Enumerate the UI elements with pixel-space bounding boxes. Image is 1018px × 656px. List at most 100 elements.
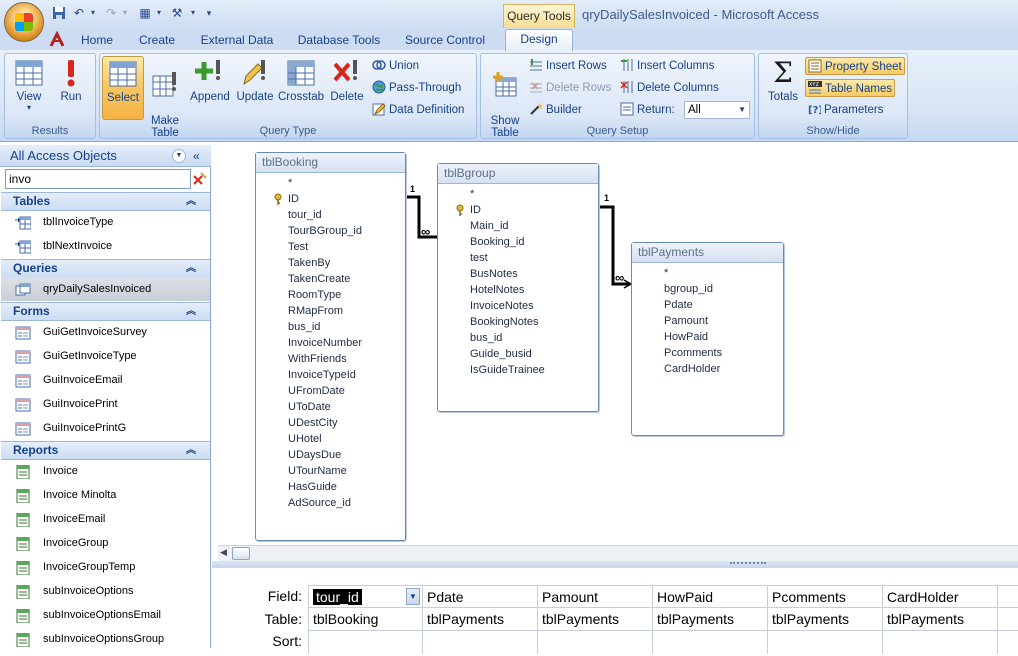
insert-rows-button[interactable]: Insert Rows	[529, 57, 607, 75]
delete-rows-button[interactable]: Delete Rows	[529, 79, 611, 97]
table-field[interactable]: bus_id	[256, 319, 405, 335]
nav-item-form[interactable]: GuiInvoicePrint	[1, 392, 210, 416]
tab-external-data[interactable]: External Data	[194, 31, 280, 50]
pane-splitter[interactable]	[212, 561, 1018, 568]
delete-query-button[interactable]: Delete	[327, 56, 367, 122]
builder-button[interactable]: Builder	[529, 101, 582, 119]
table-field[interactable]: Pamount	[632, 313, 783, 329]
grid-field-cell[interactable]: Pcomments	[768, 585, 883, 608]
collapse-chevron-icon[interactable]: ︽	[186, 260, 196, 277]
table-field[interactable]: RoomType	[256, 287, 405, 303]
nav-item-report[interactable]: Invoice	[1, 459, 210, 483]
table-field[interactable]: *	[632, 265, 783, 281]
table-field[interactable]: Main_id	[438, 218, 598, 234]
view-switch-icon[interactable]: ▦	[138, 6, 152, 20]
grid-sort-cell[interactable]	[423, 631, 538, 654]
table-field[interactable]: HowPaid	[632, 329, 783, 345]
field-dropdown-icon[interactable]: ▼	[406, 588, 420, 605]
nav-item-report[interactable]: InvoiceGroup	[1, 531, 210, 555]
nav-item-report[interactable]: subInvoiceOptionsEmail	[1, 603, 210, 627]
table-box-title[interactable]: tblPayments	[632, 243, 783, 263]
nav-category-reports[interactable]: Reports ︽	[1, 441, 210, 460]
grid-sort-cell[interactable]	[538, 631, 653, 654]
grid-sort-cell[interactable]	[883, 631, 998, 654]
table-box-tblpayments[interactable]: tblPayments * bgroup_id Pdate Pamount Ho…	[631, 242, 784, 436]
clear-search-icon[interactable]	[192, 169, 208, 189]
table-field[interactable]: UDestCity	[256, 415, 405, 431]
view-dropdown-icon[interactable]: ▾	[152, 6, 166, 20]
grid-sort-cell[interactable]	[768, 631, 883, 654]
table-field[interactable]: InvoiceNumber	[256, 335, 405, 351]
totals-button[interactable]: Σ Totals	[762, 56, 804, 122]
grid-field-cell[interactable]: CardHolder	[883, 585, 998, 608]
delete-columns-button[interactable]: Delete Columns	[620, 79, 719, 97]
grid-field-cell[interactable]: Pamount	[538, 585, 653, 608]
table-field[interactable]: Pcomments	[632, 345, 783, 361]
save-icon[interactable]	[52, 6, 66, 20]
table-field[interactable]: TakenCreate	[256, 271, 405, 287]
nav-item-report[interactable]: InvoiceGroupTemp	[1, 555, 210, 579]
grid-sort-cell[interactable]	[308, 631, 423, 654]
table-field[interactable]: UDaysDue	[256, 447, 405, 463]
data-definition-button[interactable]: Data Definition	[372, 101, 464, 119]
grid-field-cell[interactable]: tour_id ▼	[308, 585, 423, 608]
table-field[interactable]: TourBGroup_id	[256, 223, 405, 239]
table-field[interactable]: Booking_id	[438, 234, 598, 250]
property-sheet-button[interactable]: Property Sheet	[805, 57, 905, 75]
parameters-button[interactable]: [?]Parameters	[807, 101, 883, 119]
crosstab-button[interactable]: Crosstab	[278, 56, 324, 122]
tools-dropdown-icon[interactable]: ▾	[186, 6, 200, 20]
table-field[interactable]: WithFriends	[256, 351, 405, 367]
grid-field-cell[interactable]	[998, 585, 1018, 608]
return-select[interactable]: All ▼	[684, 101, 750, 119]
table-field[interactable]: HotelNotes	[438, 282, 598, 298]
table-field[interactable]: InvoiceTypeId	[256, 367, 405, 383]
tools-icon[interactable]: ⚒	[170, 6, 184, 20]
table-field[interactable]: tour_id	[256, 207, 405, 223]
select-query-button[interactable]: Select	[102, 56, 144, 120]
table-field[interactable]: HasGuide	[256, 479, 405, 495]
table-field-key[interactable]: ID	[438, 202, 598, 218]
nav-item-report[interactable]: Invoice Minolta	[1, 483, 210, 507]
grid-sort-cell[interactable]	[653, 631, 768, 654]
collapse-chevron-icon[interactable]: ︽	[186, 193, 196, 210]
splitter-grip-icon[interactable]	[730, 562, 766, 565]
table-field[interactable]: UTourName	[256, 463, 405, 479]
return-dropdown-icon[interactable]: ▼	[738, 102, 746, 118]
table-field[interactable]: CardHolder	[632, 361, 783, 377]
table-field[interactable]: TakenBy	[256, 255, 405, 271]
grid-table-cell[interactable]	[998, 608, 1018, 631]
nav-item-report[interactable]: subInvoiceOptionsGroup	[1, 627, 210, 651]
table-field[interactable]: bgroup_id	[632, 281, 783, 297]
redo-dropdown-icon[interactable]: ▾	[118, 6, 132, 20]
pass-through-button[interactable]: Pass-Through	[372, 79, 461, 97]
nav-item-form[interactable]: GuiInvoicePrintG	[1, 416, 210, 440]
table-field[interactable]: UFromDate	[256, 383, 405, 399]
nav-category-queries[interactable]: Queries ︽	[1, 259, 210, 278]
table-field[interactable]: Test	[256, 239, 405, 255]
grid-table-cell[interactable]: tblPayments	[883, 608, 998, 631]
nav-search-input[interactable]: invo	[5, 169, 191, 189]
table-field[interactable]: RMapFrom	[256, 303, 405, 319]
table-field[interactable]: *	[256, 175, 405, 191]
table-box-tblbooking[interactable]: tblBooking * ID tour_id TourBGroup_id Te…	[255, 152, 406, 541]
nav-pane-header[interactable]: All Access Objects ▼ «	[0, 145, 211, 167]
office-button[interactable]	[4, 2, 44, 42]
tab-database-tools[interactable]: Database Tools	[292, 31, 386, 50]
table-box-title[interactable]: tblBgroup	[438, 164, 598, 184]
append-button[interactable]: Append	[187, 56, 233, 122]
union-button[interactable]: Union	[372, 57, 419, 75]
table-field[interactable]: IsGuideTrainee	[438, 362, 598, 378]
tab-create[interactable]: Create	[130, 31, 184, 50]
grid-table-cell[interactable]: tblPayments	[423, 608, 538, 631]
run-button[interactable]: Run	[52, 56, 90, 122]
table-field[interactable]: Guide_busid	[438, 346, 598, 362]
table-field[interactable]: bus_id	[438, 330, 598, 346]
table-field[interactable]: test	[438, 250, 598, 266]
table-field[interactable]: UToDate	[256, 399, 405, 415]
collapse-chevron-icon[interactable]: ︽	[186, 303, 196, 320]
make-table-button[interactable]: Make Table	[146, 56, 184, 139]
nav-item-form[interactable]: GuiInvoiceEmail	[1, 368, 210, 392]
tab-home[interactable]: Home	[72, 31, 122, 50]
nav-category-tables[interactable]: Tables ︽	[1, 192, 210, 211]
